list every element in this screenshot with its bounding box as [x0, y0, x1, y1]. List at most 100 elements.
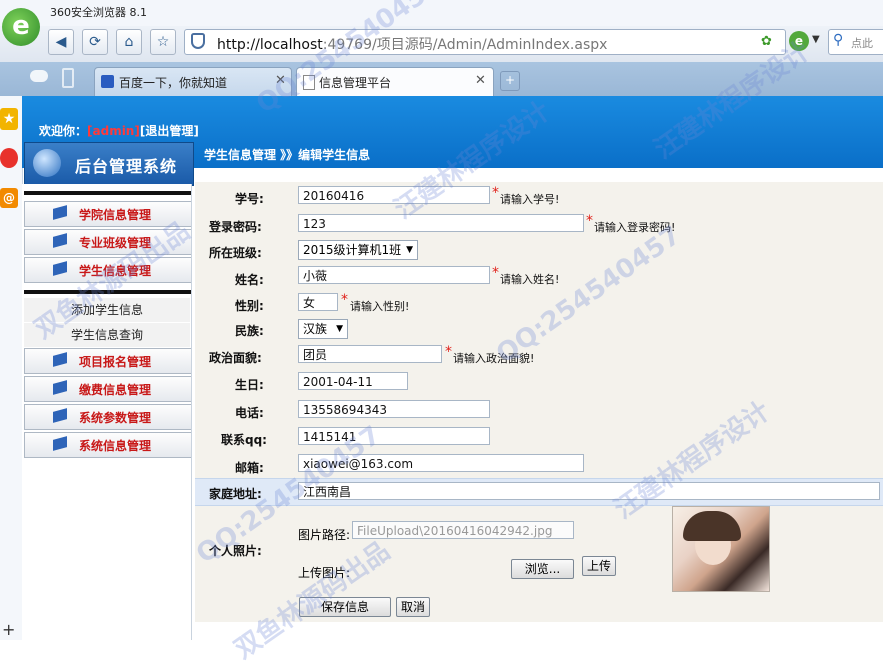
- cloud-icon[interactable]: [30, 70, 48, 82]
- compat-mode-icon[interactable]: ✿: [761, 34, 772, 49]
- browser-titlebar: e 360安全浏览器 8.1: [0, 0, 883, 46]
- back-button[interactable]: ◀: [48, 29, 74, 55]
- add-icon[interactable]: +: [2, 620, 15, 639]
- political-input[interactable]: 团员: [298, 345, 442, 363]
- search-box[interactable]: ⚲ 点此: [828, 29, 883, 55]
- submenu-add-student[interactable]: 添加学生信息: [24, 298, 190, 323]
- favorites-star-icon[interactable]: ★: [0, 108, 18, 130]
- hint: 请输入姓名!: [500, 273, 560, 286]
- folder-icon: [53, 261, 67, 276]
- student-no-input[interactable]: 20160416: [298, 186, 490, 204]
- tab-label: 信息管理平台: [319, 76, 392, 90]
- hint: 请输入性别!: [350, 300, 410, 313]
- row-password: 登录密码: 123 * 请输入登录密码!: [195, 211, 883, 238]
- row-name: 姓名: 小薇 * 请输入姓名!: [195, 264, 883, 291]
- browser-sidebar: ★ @ +: [0, 96, 23, 640]
- search-icon: ⚲: [833, 32, 844, 48]
- label: 电话:: [235, 406, 264, 420]
- folder-icon: [53, 380, 67, 395]
- search-text: 点此: [851, 37, 873, 50]
- upload-button[interactable]: 上传: [582, 556, 616, 576]
- url-host: http://localhost: [217, 37, 323, 53]
- baidu-paw-icon: [101, 75, 114, 88]
- folder-icon: [53, 408, 67, 423]
- label: 家庭地址:: [209, 487, 262, 501]
- gender-input[interactable]: 女: [298, 293, 338, 311]
- label: 学号:: [235, 192, 264, 206]
- close-icon[interactable]: ✕: [475, 73, 486, 88]
- url-path: :49769/项目源码/Admin/AdminIndex.aspx: [322, 37, 608, 53]
- email-input[interactable]: xiaowei@163.com: [298, 454, 584, 472]
- password-input[interactable]: 123: [298, 214, 584, 232]
- folder-icon: [53, 352, 67, 367]
- name-input[interactable]: 小薇: [298, 266, 490, 284]
- weibo-icon[interactable]: [0, 148, 18, 168]
- breadcrumb: 学生信息管理 》》编辑学生信息: [204, 148, 371, 162]
- folder-icon: [53, 233, 67, 248]
- engine-switch-icon[interactable]: e: [789, 31, 809, 51]
- mail-icon[interactable]: @: [0, 188, 18, 208]
- menu-student[interactable]: 学生信息管理: [24, 257, 192, 283]
- menu-panel-border: [191, 184, 192, 640]
- user-name: [admin]: [87, 124, 140, 138]
- label: 姓名:: [235, 273, 264, 287]
- refresh-button[interactable]: ⟳: [82, 29, 108, 55]
- close-icon[interactable]: ✕: [275, 73, 286, 88]
- address-bar[interactable]: http://localhost:49769/项目源码/Admin/AdminI…: [184, 29, 786, 55]
- tab-label: 百度一下，你就知道: [119, 76, 228, 90]
- save-button[interactable]: 保存信息: [299, 597, 391, 617]
- submenu-query-student[interactable]: 学生信息查询: [24, 323, 190, 348]
- phone-input[interactable]: 13558694343: [298, 400, 490, 418]
- cancel-button[interactable]: 取消: [396, 597, 430, 617]
- row-qq: 联系qq: 1415141: [195, 424, 883, 451]
- row-political: 政治面貌: 团员 * 请输入政治面貌!: [195, 342, 883, 369]
- menu-system-info[interactable]: 系统信息管理: [24, 432, 192, 458]
- photo-hair: [683, 511, 741, 541]
- required-mark: *: [586, 213, 593, 229]
- dropdown-chevron-icon[interactable]: ▼: [812, 34, 820, 45]
- row-birthday: 生日: 2001-04-11: [195, 369, 883, 396]
- student-photo: [672, 506, 770, 592]
- menu-college[interactable]: 学院信息管理: [24, 201, 192, 227]
- phone-icon[interactable]: [62, 68, 74, 88]
- label: 民族:: [235, 324, 264, 338]
- folder-icon: [53, 205, 67, 220]
- birthday-input[interactable]: 2001-04-11: [298, 372, 408, 390]
- label: 邮箱:: [235, 461, 264, 475]
- menu-divider: [24, 290, 192, 294]
- address-input[interactable]: 江西南昌: [298, 482, 880, 500]
- class-select[interactable]: 2015级计算机1班 ▼: [298, 240, 418, 260]
- required-mark: *: [492, 265, 499, 281]
- menu-payment[interactable]: 缴费信息管理: [24, 376, 192, 402]
- label: 政治面貌:: [209, 351, 262, 365]
- favorite-star-button[interactable]: ☆: [150, 29, 176, 55]
- new-tab-button[interactable]: +: [500, 71, 520, 91]
- system-logo: 后台管理系统: [24, 142, 194, 186]
- path-label: 图片路径:: [298, 528, 351, 542]
- browser-app-title: 360安全浏览器 8.1: [50, 6, 147, 19]
- page-icon: [303, 75, 315, 90]
- chevron-down-icon: ▼: [336, 324, 343, 334]
- label: 联系qq:: [221, 433, 267, 447]
- file-path-field[interactable]: [352, 560, 508, 578]
- browse-button[interactable]: 浏览...: [511, 559, 574, 579]
- image-path-input: FileUpload\20160416042942.jpg: [352, 521, 574, 539]
- menu-divider: [24, 191, 192, 195]
- label: 所在班级:: [209, 246, 262, 260]
- welcome-text: 欢迎你：: [39, 124, 88, 138]
- tab-baidu[interactable]: 百度一下，你就知道 ✕: [94, 67, 292, 96]
- menu-system-params[interactable]: 系统参数管理: [24, 404, 192, 430]
- required-mark: *: [445, 344, 452, 360]
- home-button[interactable]: ⌂: [116, 29, 142, 55]
- ethnic-select[interactable]: 汉族 ▼: [298, 319, 348, 339]
- selected-value: 汉族: [303, 322, 328, 336]
- logo-text: 后台管理系统: [75, 157, 178, 176]
- row-gender: 性别: 女 * 请输入性别!: [195, 290, 883, 317]
- row-email: 邮箱: xiaowei@163.com: [195, 452, 883, 479]
- menu-project-signup[interactable]: 项目报名管理: [24, 348, 192, 374]
- label: 性别:: [235, 299, 264, 313]
- menu-major-class[interactable]: 专业班级管理: [24, 229, 192, 255]
- logout-link[interactable]: [退出管理]: [140, 124, 199, 138]
- tab-info-platform[interactable]: 信息管理平台 ✕: [296, 67, 494, 96]
- qq-input[interactable]: 1415141: [298, 427, 490, 445]
